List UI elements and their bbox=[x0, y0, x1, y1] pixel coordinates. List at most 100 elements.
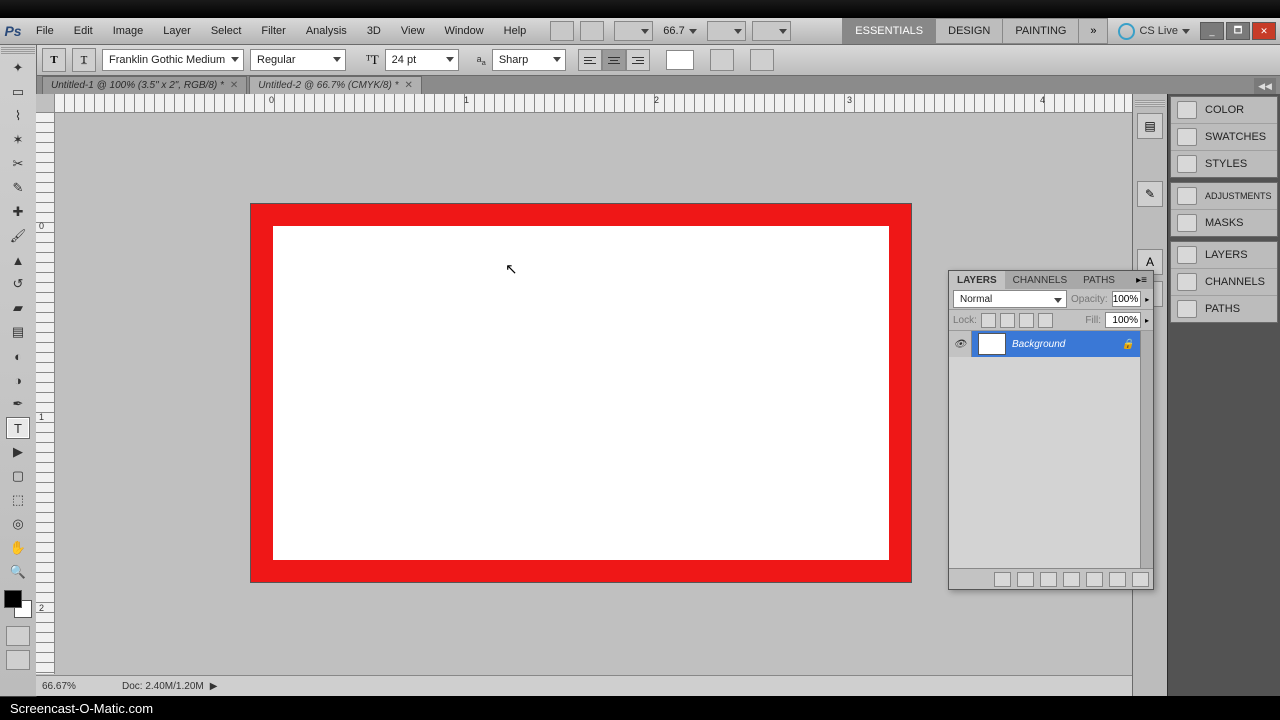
arrange-documents-dropdown[interactable] bbox=[614, 21, 653, 41]
history-panel-icon[interactable]: ▤ bbox=[1137, 113, 1163, 139]
layer-name[interactable]: Background bbox=[1012, 339, 1065, 350]
fg-bg-color[interactable] bbox=[4, 590, 32, 618]
lock-all-icon[interactable] bbox=[1038, 313, 1053, 328]
text-color-swatch[interactable] bbox=[666, 50, 694, 70]
dodge-tool[interactable]: ◑ bbox=[6, 369, 30, 391]
extras-dropdown[interactable] bbox=[752, 21, 791, 41]
close-icon[interactable]: ✕ bbox=[404, 80, 412, 91]
channels-tab[interactable]: CHANNELS bbox=[1005, 271, 1075, 289]
menu-filter[interactable]: Filter bbox=[251, 25, 295, 37]
layers-tab[interactable]: LAYERS bbox=[949, 271, 1005, 289]
quick-mask-toggle[interactable] bbox=[6, 626, 30, 646]
paths-tab[interactable]: PATHS bbox=[1075, 271, 1123, 289]
masks-panel-button[interactable]: MASKS bbox=[1171, 210, 1277, 236]
layer-mask-button[interactable] bbox=[1040, 572, 1057, 587]
fill-field[interactable]: 100% bbox=[1105, 312, 1141, 328]
antialias-dropdown[interactable]: Sharp bbox=[492, 49, 566, 71]
marquee-tool[interactable]: ▭ bbox=[6, 81, 30, 103]
lasso-tool[interactable]: ⌇ bbox=[6, 105, 30, 127]
bridge-button[interactable] bbox=[550, 21, 574, 41]
doc-info-menu[interactable]: ▶ bbox=[210, 681, 218, 692]
pen-tool[interactable]: ✒ bbox=[6, 393, 30, 415]
menu-image[interactable]: Image bbox=[103, 25, 154, 37]
move-tool[interactable]: ✦ bbox=[6, 57, 30, 79]
healing-tool[interactable]: ✚ bbox=[6, 201, 30, 223]
quick-select-tool[interactable]: ✶ bbox=[6, 129, 30, 151]
hand-tool[interactable]: ✋ bbox=[6, 537, 30, 559]
current-tool-indicator[interactable]: T bbox=[42, 48, 66, 72]
menu-window[interactable]: Window bbox=[435, 25, 494, 37]
menu-analysis[interactable]: Analysis bbox=[296, 25, 357, 37]
opacity-field[interactable]: 100% bbox=[1112, 291, 1142, 307]
layer-group-button[interactable] bbox=[1086, 572, 1103, 587]
align-right-button[interactable] bbox=[626, 49, 650, 71]
menu-view[interactable]: View bbox=[391, 25, 435, 37]
layer-row-background[interactable]: 👁 Background 🔒 bbox=[949, 331, 1140, 357]
menu-help[interactable]: Help bbox=[494, 25, 537, 37]
styles-panel-button[interactable]: STYLES bbox=[1171, 151, 1277, 177]
workspace-painting[interactable]: PAINTING bbox=[1003, 19, 1079, 43]
close-icon[interactable]: ✕ bbox=[230, 80, 238, 91]
swatches-panel-button[interactable]: SWATCHES bbox=[1171, 124, 1277, 151]
minibridge-button[interactable] bbox=[580, 21, 604, 41]
visibility-toggle[interactable]: 👁 bbox=[949, 331, 972, 357]
doc-tab-1[interactable]: Untitled-1 @ 100% (3.5" x 2", RGB/8) *✕ bbox=[42, 76, 247, 94]
path-select-tool[interactable]: ▶ bbox=[6, 441, 30, 463]
zoom-level-dropdown[interactable]: 66.7 bbox=[663, 25, 696, 37]
brush-panel-icon[interactable]: ✎ bbox=[1137, 181, 1163, 207]
doc-info[interactable]: Doc: 2.40M/1.20M bbox=[102, 681, 204, 692]
tools-handle[interactable] bbox=[1, 47, 35, 54]
font-style-dropdown[interactable]: Regular bbox=[250, 49, 346, 71]
3d-camera-tool[interactable]: ◎ bbox=[6, 513, 30, 535]
workspace-essentials[interactable]: ESSENTIALS bbox=[843, 19, 936, 43]
workspace-more[interactable]: » bbox=[1079, 19, 1107, 43]
stamp-tool[interactable]: ▲ bbox=[6, 249, 30, 271]
color-panel-button[interactable]: COLOR bbox=[1171, 97, 1277, 124]
screen-mode-dropdown[interactable] bbox=[707, 21, 746, 41]
layers-list[interactable]: 👁 Background 🔒 bbox=[949, 331, 1140, 568]
document-canvas[interactable] bbox=[251, 204, 911, 582]
tool-preset-picker[interactable]: T̲ bbox=[72, 48, 96, 72]
horizontal-ruler[interactable]: 0 1 2 3 4 bbox=[54, 94, 1132, 113]
menu-edit[interactable]: Edit bbox=[64, 25, 103, 37]
zoom-tool[interactable]: 🔍 bbox=[6, 561, 30, 583]
new-layer-button[interactable] bbox=[1109, 572, 1126, 587]
character-panel-toggle[interactable] bbox=[750, 49, 774, 71]
type-tool[interactable]: T bbox=[6, 417, 30, 439]
link-layers-button[interactable] bbox=[994, 572, 1011, 587]
adjustment-layer-button[interactable] bbox=[1063, 572, 1080, 587]
screen-mode-button[interactable] bbox=[6, 650, 30, 670]
layer-style-button[interactable] bbox=[1017, 572, 1034, 587]
window-close[interactable]: ✕ bbox=[1252, 22, 1276, 40]
vertical-ruler[interactable]: 0 1 2 bbox=[36, 112, 55, 674]
layer-thumbnail[interactable] bbox=[978, 333, 1006, 355]
blend-mode-dropdown[interactable]: Normal bbox=[953, 290, 1067, 308]
brush-tool[interactable]: 🖌 bbox=[6, 225, 30, 247]
lock-pixels-icon[interactable] bbox=[1000, 313, 1015, 328]
lock-position-icon[interactable] bbox=[1019, 313, 1034, 328]
adjustments-panel-button[interactable]: ADJUSTMENTS bbox=[1171, 183, 1277, 210]
zoom-percent[interactable]: 66.67% bbox=[36, 681, 102, 692]
lock-transparency-icon[interactable] bbox=[981, 313, 996, 328]
align-left-button[interactable] bbox=[578, 49, 602, 71]
3d-tool[interactable]: ⬚ bbox=[6, 489, 30, 511]
menu-3d[interactable]: 3D bbox=[357, 25, 391, 37]
layers-panel-button[interactable]: LAYERS bbox=[1171, 242, 1277, 269]
doc-tab-2[interactable]: Untitled-2 @ 66.7% (CMYK/8) *✕ bbox=[249, 76, 422, 94]
eyedropper-tool[interactable]: ✎ bbox=[6, 177, 30, 199]
menu-file[interactable]: File bbox=[26, 25, 64, 37]
window-maximize[interactable]: 🗖 bbox=[1226, 22, 1250, 40]
align-center-button[interactable] bbox=[602, 49, 626, 71]
workspace-design[interactable]: DESIGN bbox=[936, 19, 1003, 43]
font-family-dropdown[interactable]: Franklin Gothic Medium bbox=[102, 49, 244, 71]
collapse-docks[interactable]: ◀◀ bbox=[1254, 78, 1276, 94]
layers-scrollbar[interactable] bbox=[1140, 331, 1153, 568]
gradient-tool[interactable]: ▤ bbox=[6, 321, 30, 343]
menu-select[interactable]: Select bbox=[201, 25, 252, 37]
crop-tool[interactable]: ✂ bbox=[6, 153, 30, 175]
history-brush-tool[interactable]: ↺ bbox=[6, 273, 30, 295]
rectangle-tool[interactable]: ▢ bbox=[6, 465, 30, 487]
font-size-dropdown[interactable]: 24 pt bbox=[385, 49, 459, 71]
paths-panel-button[interactable]: PATHS bbox=[1171, 296, 1277, 322]
channels-panel-button[interactable]: CHANNELS bbox=[1171, 269, 1277, 296]
